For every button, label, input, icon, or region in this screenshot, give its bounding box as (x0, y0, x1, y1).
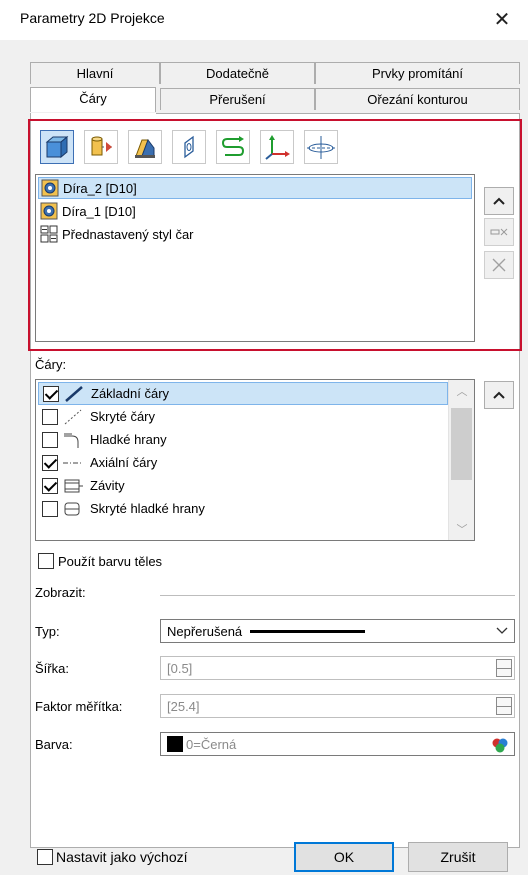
line-label: Skryté hladké hrany (90, 501, 205, 516)
flat-hole-icon[interactable] (172, 130, 206, 164)
tab-cary[interactable]: Čáry (30, 87, 156, 112)
list-item[interactable]: Díra_1 [D10] (38, 200, 472, 222)
type-label: Typ: (35, 624, 60, 639)
move-up-button[interactable] (484, 187, 514, 215)
line-row-axialni[interactable]: Axiální čáry (38, 451, 448, 474)
line-row-zakladni[interactable]: Základní čáry (38, 382, 448, 405)
checkbox[interactable] (42, 500, 58, 517)
scroll-thumb[interactable] (451, 408, 472, 480)
cancel-button[interactable]: Zrušit (408, 842, 508, 872)
tab-dodatecne[interactable]: Dodatečně (160, 62, 315, 84)
hidden-line-icon (64, 409, 82, 424)
tab-prvky-promitani[interactable]: Prvky promítání (315, 62, 520, 84)
list-item-label: Díra_2 [D10] (63, 180, 137, 196)
lines-move-up-button[interactable] (484, 381, 514, 409)
line-style-grid-icon (40, 225, 58, 243)
use-body-color-checkbox[interactable] (38, 553, 54, 569)
set-default-row[interactable]: Nastavit jako výchozí (37, 849, 188, 865)
list-item[interactable]: Díra_2 [D10] (38, 177, 472, 199)
line-label: Závity (90, 478, 125, 493)
lines-scrollbar[interactable]: ︿ ﹀ (448, 380, 474, 540)
scale-field[interactable]: [25.4] (160, 694, 515, 718)
use-body-color-label: Použít barvu těles (58, 553, 163, 569)
set-default-checkbox[interactable] (37, 849, 53, 865)
solid-line-icon (65, 385, 83, 402)
color-label: Barva: (35, 737, 73, 752)
chevron-up-icon (493, 197, 505, 205)
tab-hlavni[interactable]: Hlavní (30, 62, 160, 84)
section-bracket-icon[interactable] (128, 130, 162, 164)
line-label: Hladké hrany (90, 432, 167, 447)
scroll-up-icon[interactable]: ︿ (449, 380, 474, 404)
lines-label: Čáry: (35, 357, 67, 372)
center-line-icon[interactable] (304, 130, 338, 164)
spinner-icon[interactable] (496, 659, 512, 677)
checkbox[interactable] (42, 454, 58, 471)
lines-list[interactable]: Základní čáry Skryté čáry Hladké hrany A… (35, 379, 475, 541)
remove-item-button[interactable] (484, 218, 514, 246)
checkbox[interactable] (42, 477, 58, 494)
close-icon[interactable]: ✕ (488, 6, 516, 34)
line-row-zavity[interactable]: Závity (38, 474, 448, 497)
list-item[interactable]: Přednastavený styl čar (38, 223, 472, 245)
line-row-skryte[interactable]: Skryté čáry (38, 405, 448, 428)
projection-cylinder-icon[interactable] (84, 130, 118, 164)
list-item-label: Přednastavený styl čar (62, 226, 194, 242)
scale-value: [25.4] (167, 698, 200, 714)
scale-label: Faktor měřítka: (35, 699, 123, 714)
list-item-label: Díra_1 [D10] (62, 203, 136, 219)
hidden-smooth-edge-icon (64, 502, 80, 515)
axis-line-icon (63, 462, 83, 463)
solid-cube-icon[interactable] (40, 130, 74, 164)
hole-feature-icon (40, 202, 58, 220)
type-value: Nepřerušená (167, 623, 243, 639)
dialog-title: Parametry 2D Projekce (20, 10, 165, 26)
width-field[interactable]: [0.5] (160, 656, 515, 680)
display-label: Zobrazit: (35, 585, 86, 600)
line-type-preview (250, 629, 366, 633)
tab-preruseni[interactable]: Přerušení (160, 88, 315, 110)
styles-list[interactable]: Díra_2 [D10] Díra_1 [D10] Přednastavený … (35, 174, 475, 342)
close-icon (492, 258, 506, 272)
scroll-down-icon[interactable]: ﹀ (449, 518, 474, 540)
sweep-path-icon[interactable] (216, 130, 250, 164)
delete-button[interactable] (484, 251, 514, 279)
color-value: 0=Černá (186, 736, 237, 752)
chevron-up-icon (493, 391, 505, 399)
type-dropdown[interactable]: Nepřerušená (160, 619, 515, 643)
axis-arrows-icon[interactable] (260, 130, 294, 164)
checkbox[interactable] (43, 385, 59, 402)
color-field[interactable]: 0=Černá (160, 732, 515, 756)
remove-item-icon (490, 228, 508, 236)
tab-divider (156, 113, 520, 114)
tab-orezani-konturou[interactable]: Ořezání konturou (315, 88, 520, 110)
hole-feature-icon (41, 179, 59, 197)
color-swatch (167, 736, 183, 752)
chevron-down-icon (496, 627, 508, 634)
color-palette-icon[interactable] (491, 736, 509, 754)
use-body-color-row[interactable]: Použít barvu těles (34, 553, 162, 569)
display-separator (160, 595, 515, 596)
line-row-hladke[interactable]: Hladké hrany (38, 428, 448, 451)
checkbox[interactable] (42, 431, 58, 448)
width-label: Šířka: (35, 661, 69, 676)
smooth-edge-icon (64, 433, 79, 448)
title-bar: Parametry 2D Projekce ✕ (0, 0, 528, 40)
thread-icon (64, 479, 83, 492)
line-label: Základní čáry (91, 386, 170, 401)
line-row-skryte-hladke[interactable]: Skryté hladké hrany (38, 497, 448, 520)
line-label: Skryté čáry (90, 409, 156, 424)
ok-button[interactable]: OK (294, 842, 394, 872)
width-value: [0.5] (167, 660, 193, 676)
line-label: Axiální čáry (90, 455, 158, 470)
set-default-label: Nastavit jako výchozí (56, 849, 188, 865)
checkbox[interactable] (42, 408, 58, 425)
spinner-icon[interactable] (496, 697, 512, 715)
